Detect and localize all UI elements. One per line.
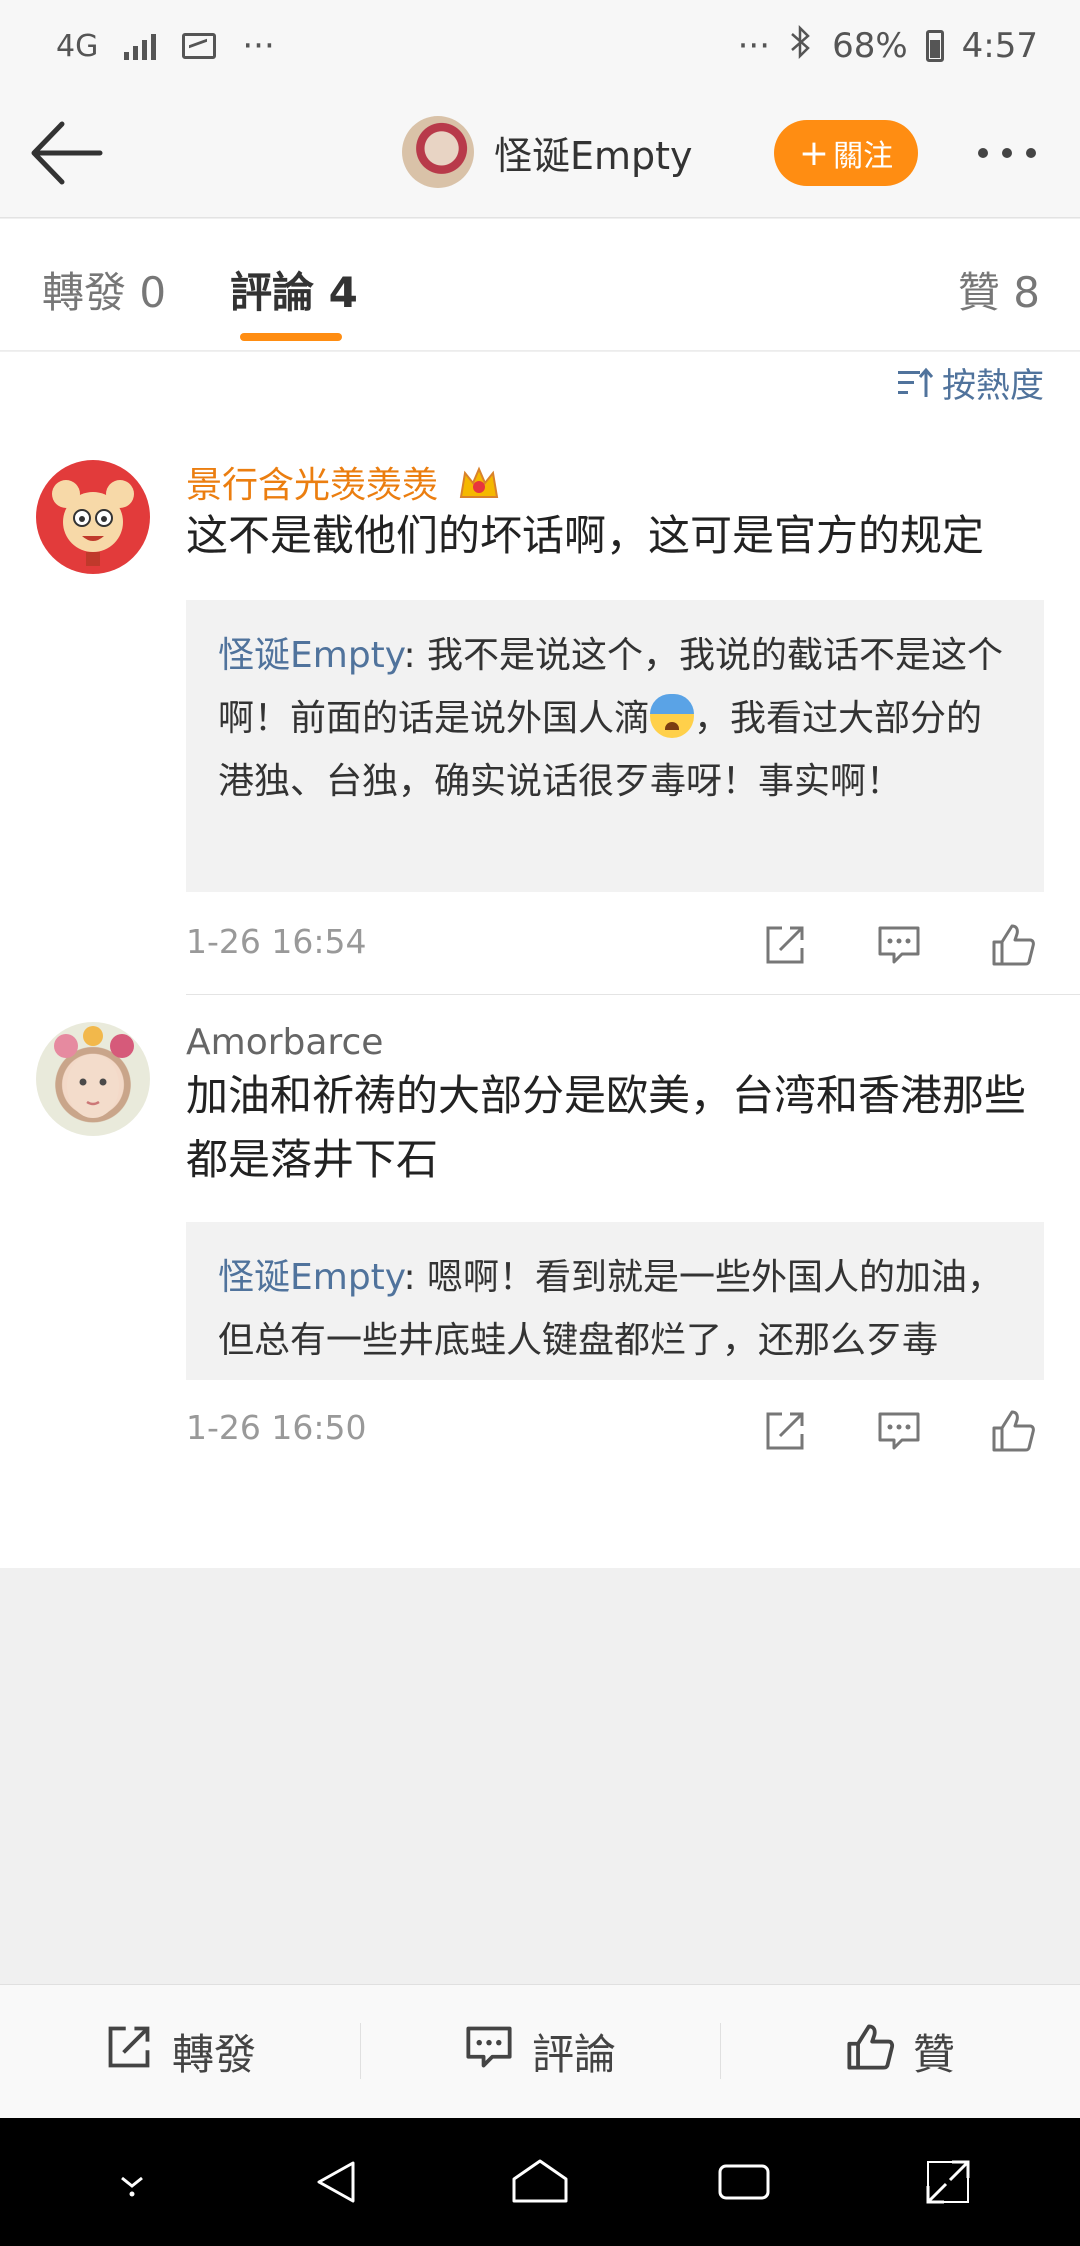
nav-recents-button[interactable] (714, 2152, 774, 2212)
battery-icon (925, 30, 944, 62)
status-bar: 4G ··· ··· 68% 4:57 (0, 0, 1080, 92)
reply-username[interactable]: 怪诞Empty (218, 635, 403, 676)
back-arrow-icon (31, 121, 103, 185)
comment-icon (464, 2022, 514, 2082)
header-user[interactable]: 怪诞Empty (402, 116, 693, 188)
reply-username[interactable]: 怪诞Empty (218, 1257, 403, 1298)
comment-meta: 1-26 16:50 (186, 1408, 1044, 1458)
chevron-down-icon (121, 2176, 143, 2197)
more-status-indicator: ··· (737, 26, 771, 66)
repost-icon (104, 2022, 154, 2082)
repost-label: 轉發 (171, 2030, 256, 2079)
like-icon[interactable] (990, 1408, 1036, 1454)
home-icon (512, 2159, 568, 2203)
reply-box[interactable]: 怪诞Empty: 嗯啊！看到就是一些外国人的加油，但总有一些井底蛙人键盘都烂了，… (186, 1222, 1044, 1380)
tab-likes[interactable]: 贊 8 (958, 259, 1040, 320)
active-tab-indicator (240, 333, 342, 341)
battery-percentage: 68% (832, 26, 908, 66)
follow-label: 關注 (833, 139, 894, 174)
bottom-action-bar: 轉發 評論 贊 (0, 1984, 1080, 2118)
comment-list: 按熱度 景行含光羡羡羡 这不是截他们的坏话啊，这可是官方的规定 怪诞Empty:… (0, 352, 1080, 1568)
tab-reposts[interactable]: 轉發 0 (42, 259, 166, 320)
avatar[interactable] (402, 116, 474, 188)
follow-button[interactable]: + 關注 (774, 120, 918, 186)
comment-meta: 1-26 16:54 (186, 922, 1044, 972)
comment-text: 这不是截他们的坏话啊，这可是官方的规定 (186, 511, 985, 560)
reply-icon[interactable] (876, 1408, 922, 1454)
comment-text: 加油和祈祷的大部分是欧美，台湾和香港那些都是落井下石 (186, 1071, 1027, 1184)
more-options-button[interactable] (978, 148, 1036, 158)
comment-username[interactable]: Amorbarce (186, 1022, 383, 1063)
more-notifications-indicator: ··· (242, 26, 275, 66)
sort-icon (898, 367, 934, 399)
bluetooth-icon (788, 24, 814, 69)
system-navigation-bar (0, 2118, 1080, 2246)
anxious-face-emoji-icon (650, 694, 695, 738)
like-icon[interactable] (990, 922, 1036, 968)
signal-icon (124, 32, 157, 60)
nav-expand-button[interactable] (918, 2152, 978, 2212)
repost-icon[interactable] (762, 1408, 808, 1454)
nav-home-button[interactable] (510, 2152, 570, 2212)
expand-icon (926, 2160, 970, 2204)
username-text[interactable]: 景行含光羡羡羡 (186, 465, 438, 506)
like-icon (845, 2022, 895, 2082)
timestamp: 1-26 16:54 (186, 922, 367, 961)
like-button[interactable]: 贊 (720, 1985, 1080, 2118)
nav-back-button[interactable] (306, 2152, 366, 2212)
repost-icon[interactable] (762, 922, 808, 968)
sort-by-popularity-button[interactable]: 按熱度 (898, 358, 1044, 407)
repost-button[interactable]: 轉發 (0, 1985, 360, 2118)
page-header: 怪诞Empty + 關注 (0, 92, 1080, 218)
network-indicator: 4G (56, 28, 99, 64)
sort-label: 按熱度 (942, 366, 1044, 406)
recents-icon (718, 2164, 770, 2200)
clock: 4:57 (961, 26, 1038, 66)
gallery-notification-icon (182, 33, 217, 59)
hide-keyboard-button[interactable] (102, 2152, 162, 2212)
like-label: 贊 (912, 2030, 955, 2079)
back-button[interactable] (28, 118, 104, 188)
timestamp: 1-26 16:50 (186, 1408, 367, 1447)
divider (186, 994, 1080, 995)
header-username[interactable]: 怪诞Empty (494, 125, 693, 180)
avatar[interactable] (36, 1022, 150, 1136)
avatar[interactable] (36, 460, 150, 574)
comment-label: 評論 (531, 2030, 616, 2079)
back-triangle-icon (317, 2161, 355, 2203)
reply-icon[interactable] (876, 922, 922, 968)
tab-bar: 轉發 0 評論 4 贊 8 (0, 219, 1080, 351)
reply-box[interactable]: 怪诞Empty: 我不是说这个，我说的截话不是这个啊！前面的话是说外国人滴 ，我看… (186, 600, 1044, 892)
tab-comments[interactable]: 評論 4 (230, 259, 358, 320)
plus-icon: + (798, 132, 830, 174)
comment-button[interactable]: 評論 (360, 1985, 720, 2118)
